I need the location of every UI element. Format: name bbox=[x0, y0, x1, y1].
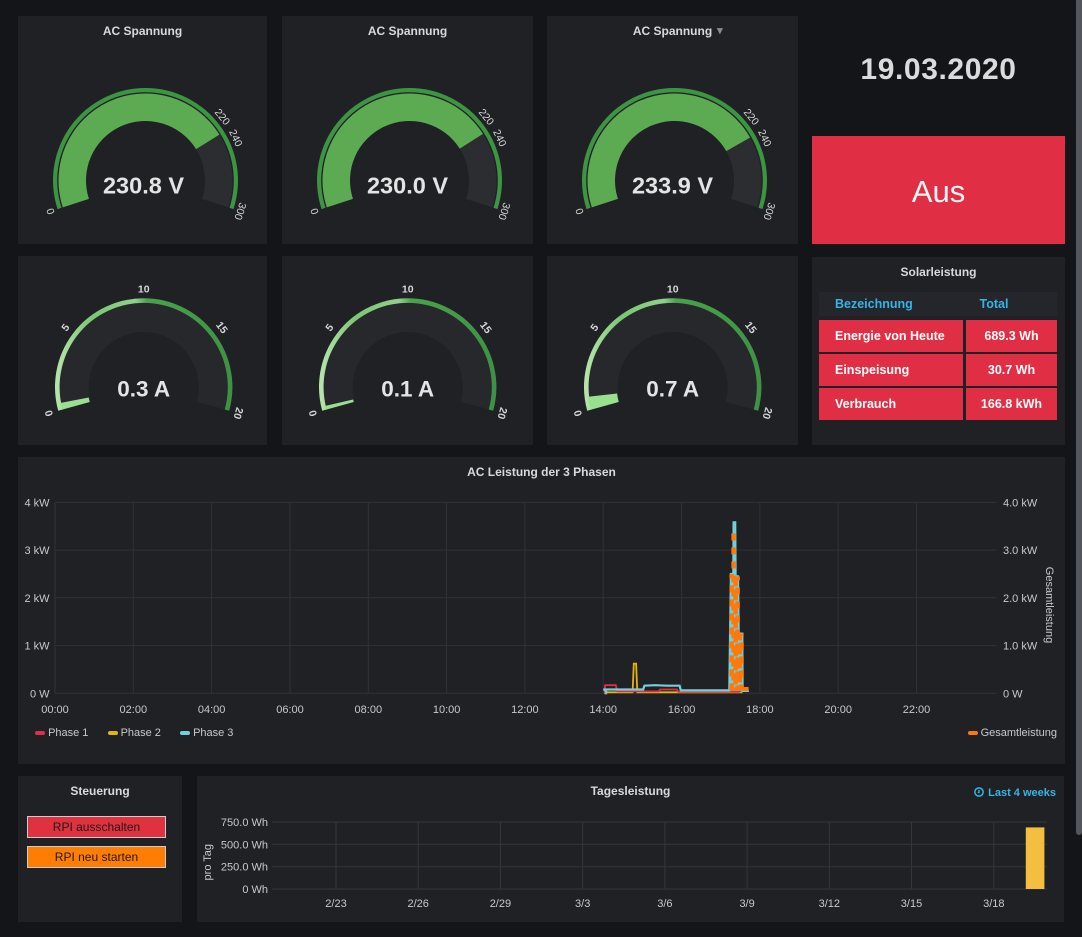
svg-text:3/15: 3/15 bbox=[901, 898, 922, 910]
svg-text:5: 5 bbox=[59, 322, 72, 334]
svg-text:0.7 A: 0.7 A bbox=[646, 377, 699, 402]
svg-text:20: 20 bbox=[231, 406, 246, 421]
svg-text:5: 5 bbox=[588, 322, 601, 334]
svg-text:0 W: 0 W bbox=[30, 688, 50, 700]
svg-text:500.0 Wh: 500.0 Wh bbox=[221, 839, 268, 851]
svg-text:2.0 kW: 2.0 kW bbox=[1003, 593, 1038, 605]
svg-text:0: 0 bbox=[572, 409, 585, 418]
svg-text:15: 15 bbox=[213, 320, 230, 337]
svg-text:3 kW: 3 kW bbox=[24, 545, 50, 557]
svg-text:Gesamtleistung: Gesamtleistung bbox=[1043, 567, 1055, 643]
svg-text:230.8 V: 230.8 V bbox=[103, 173, 184, 199]
svg-text:22:00: 22:00 bbox=[903, 704, 931, 716]
svg-text:0: 0 bbox=[308, 206, 321, 215]
svg-text:14:00: 14:00 bbox=[589, 704, 617, 716]
svg-text:2 kW: 2 kW bbox=[24, 593, 50, 605]
svg-text:20: 20 bbox=[495, 406, 510, 421]
svg-text:5: 5 bbox=[323, 322, 336, 334]
svg-text:02:00: 02:00 bbox=[120, 704, 148, 716]
svg-text:4 kW: 4 kW bbox=[24, 497, 50, 509]
svg-text:2/23: 2/23 bbox=[325, 898, 346, 910]
svg-text:20:00: 20:00 bbox=[824, 704, 852, 716]
svg-text:10: 10 bbox=[138, 283, 150, 295]
svg-text:pro Tag: pro Tag bbox=[202, 844, 214, 881]
svg-text:0: 0 bbox=[43, 409, 56, 418]
svg-text:4.0 kW: 4.0 kW bbox=[1003, 497, 1038, 509]
svg-text:1 kW: 1 kW bbox=[24, 641, 50, 653]
svg-text:0: 0 bbox=[44, 206, 57, 215]
svg-text:10: 10 bbox=[667, 283, 679, 295]
svg-text:12:00: 12:00 bbox=[511, 704, 539, 716]
svg-text:00:00: 00:00 bbox=[41, 704, 69, 716]
svg-text:18:00: 18:00 bbox=[746, 704, 774, 716]
svg-text:0: 0 bbox=[573, 206, 586, 215]
svg-text:2/29: 2/29 bbox=[490, 898, 511, 910]
svg-text:750.0 Wh: 750.0 Wh bbox=[221, 817, 268, 829]
svg-text:20: 20 bbox=[760, 406, 775, 421]
svg-text:0: 0 bbox=[307, 409, 320, 418]
svg-text:10: 10 bbox=[402, 283, 414, 295]
svg-text:0.3 A: 0.3 A bbox=[117, 377, 170, 402]
svg-text:15: 15 bbox=[742, 320, 759, 337]
svg-text:3.0 kW: 3.0 kW bbox=[1003, 545, 1038, 557]
svg-text:3/12: 3/12 bbox=[819, 898, 840, 910]
svg-text:233.9 V: 233.9 V bbox=[632, 173, 713, 199]
svg-text:0.1 A: 0.1 A bbox=[381, 377, 434, 402]
svg-text:250.0 Wh: 250.0 Wh bbox=[221, 862, 268, 874]
svg-text:06:00: 06:00 bbox=[276, 704, 304, 716]
svg-text:3/9: 3/9 bbox=[739, 898, 754, 910]
svg-text:0 W: 0 W bbox=[1003, 688, 1023, 700]
svg-text:3/6: 3/6 bbox=[657, 898, 672, 910]
svg-text:16:00: 16:00 bbox=[668, 704, 696, 716]
svg-text:2/26: 2/26 bbox=[407, 898, 428, 910]
svg-text:0 Wh: 0 Wh bbox=[242, 884, 268, 896]
svg-text:3/3: 3/3 bbox=[575, 898, 590, 910]
svg-text:04:00: 04:00 bbox=[198, 704, 226, 716]
svg-text:230.0 V: 230.0 V bbox=[367, 173, 448, 199]
svg-text:10:00: 10:00 bbox=[433, 704, 461, 716]
svg-text:08:00: 08:00 bbox=[355, 704, 383, 716]
svg-text:1.0 kW: 1.0 kW bbox=[1003, 641, 1038, 653]
svg-text:3/18: 3/18 bbox=[983, 898, 1004, 910]
svg-text:15: 15 bbox=[477, 320, 494, 337]
